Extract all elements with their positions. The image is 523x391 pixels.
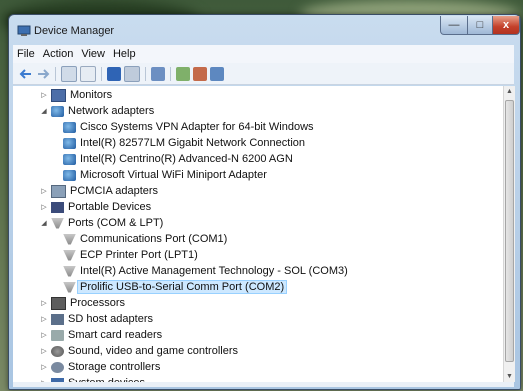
- tree-category[interactable]: ◢ Ports (COM & LPT): [39, 215, 163, 231]
- tree-device[interactable]: Communications Port (COM1): [63, 231, 227, 247]
- device-manager-icon: [17, 25, 31, 36]
- toolbar-separator: [55, 66, 56, 81]
- tree-device[interactable]: Intel(R) Active Management Technology - …: [63, 263, 348, 279]
- tree-item-label: Storage controllers: [68, 361, 161, 373]
- menu-action[interactable]: Action: [39, 48, 78, 60]
- sound-device-icon: [51, 345, 64, 357]
- tree-item-label: Cisco Systems VPN Adapter for 64-bit Win…: [80, 121, 314, 133]
- device-tree[interactable]: ▷ Monitors ◢ Network adapters Cisco Systems …: [13, 86, 504, 382]
- tree-item-label: Portable Devices: [68, 201, 152, 213]
- forward-arrow-icon[interactable]: [36, 67, 50, 81]
- expand-arrow-icon[interactable]: ▷: [39, 331, 49, 339]
- menu-bar: File Action View Help: [13, 45, 514, 63]
- cpu-device-icon: [51, 296, 66, 310]
- tree-category[interactable]: ▷System devices: [39, 375, 145, 382]
- monitor-icon[interactable]: [151, 66, 165, 81]
- port-device-icon: [51, 217, 64, 229]
- expand-arrow-icon[interactable]: ▷: [39, 315, 49, 323]
- tree-category[interactable]: ▷ Processors: [39, 295, 125, 311]
- tree-item-label: Microsoft Virtual WiFi Miniport Adapter: [80, 169, 267, 181]
- menu-file[interactable]: File: [13, 48, 39, 60]
- window-title: Device Manager: [34, 25, 115, 37]
- tree-category[interactable]: ▷ SD host adapters: [39, 311, 153, 327]
- tree-device[interactable]: Intel(R) 82577LM Gigabit Network Connect…: [63, 135, 305, 151]
- storage-device-icon: [51, 361, 64, 373]
- menu-help[interactable]: Help: [109, 48, 140, 60]
- close-button[interactable]: x: [492, 16, 520, 35]
- tree-item-label: Ports (COM & LPT): [68, 217, 164, 229]
- tree-category[interactable]: ▷ Portable Devices: [39, 199, 151, 215]
- tree-device[interactable]: Microsoft Virtual WiFi Miniport Adapter: [63, 167, 267, 183]
- expand-arrow-icon[interactable]: ▷: [39, 187, 49, 195]
- help-icon[interactable]: [107, 66, 121, 81]
- tree-item-label: ECP Printer Port (LPT1): [80, 249, 198, 261]
- expand-arrow-icon[interactable]: ▷: [39, 363, 49, 371]
- tree-category[interactable]: ▷ Smart card readers: [39, 327, 162, 343]
- vertical-scrollbar[interactable]: ▲ ▼: [503, 86, 515, 382]
- tree-item-label: Sound, video and game controllers: [68, 345, 238, 357]
- port-device-icon: [63, 281, 76, 293]
- tree-category[interactable]: ▷ PCMCIA adapters: [39, 183, 158, 199]
- tree-item-label: Monitors: [70, 89, 113, 101]
- tree-item-label: Processors: [70, 297, 126, 309]
- view-icon[interactable]: [124, 65, 140, 82]
- tree-item-label: Intel(R) 82577LM Gigabit Network Connect…: [80, 137, 306, 149]
- toolbar-separator: [170, 66, 171, 81]
- scroll-up-arrow-icon[interactable]: ▲: [504, 86, 515, 97]
- monitor-device-icon: [51, 88, 66, 102]
- pcmcia-device-icon: [51, 184, 66, 198]
- sd-device-icon: [51, 313, 64, 325]
- minimize-button[interactable]: —: [440, 16, 468, 35]
- maximize-button[interactable]: □: [467, 16, 493, 35]
- menu-view[interactable]: View: [77, 48, 109, 60]
- show-hide-icon[interactable]: [80, 65, 96, 82]
- device-manager-window: Device Manager — □ x File Action View He…: [8, 14, 521, 390]
- tree-item-label: Prolific USB-to-Serial Comm Port (COM2): [77, 280, 288, 294]
- update-driver-icon[interactable]: [176, 66, 190, 81]
- scan-hardware-icon[interactable]: [210, 66, 224, 81]
- port-device-icon: [63, 233, 76, 245]
- tree-item-label: Network adapters: [68, 105, 155, 117]
- title-bar[interactable]: Device Manager — □ x: [9, 15, 520, 43]
- port-device-icon: [63, 249, 76, 261]
- net-device-icon: [63, 153, 76, 165]
- expand-arrow-icon[interactable]: ▷: [39, 91, 49, 99]
- tree-category[interactable]: ▷ Storage controllers: [39, 359, 160, 375]
- toolbar-separator: [101, 66, 102, 81]
- tree-item-label: Smart card readers: [68, 329, 163, 341]
- smart-device-icon: [51, 329, 64, 341]
- properties-icon[interactable]: [61, 65, 77, 82]
- tree-device[interactable]: Intel(R) Centrino(R) Advanced-N 6200 AGN: [63, 151, 293, 167]
- scrollbar-thumb[interactable]: [505, 100, 514, 362]
- tree-item-label: SD host adapters: [68, 313, 153, 325]
- expand-arrow-icon[interactable]: ▷: [39, 299, 49, 307]
- port-device-icon: [63, 265, 76, 277]
- tree-item-label: Intel(R) Centrino(R) Advanced-N 6200 AGN: [80, 153, 293, 165]
- tree-item-label: Intel(R) Active Management Technology - …: [80, 265, 348, 277]
- expand-arrow-icon[interactable]: ▷: [39, 347, 49, 355]
- scroll-down-arrow-icon[interactable]: ▼: [504, 371, 515, 382]
- toolbar: [13, 63, 514, 85]
- tree-device[interactable]: Prolific USB-to-Serial Comm Port (COM2): [63, 279, 288, 295]
- tree-device[interactable]: Cisco Systems VPN Adapter for 64-bit Win…: [63, 119, 314, 135]
- tree-category[interactable]: ◢ Network adapters: [39, 103, 154, 119]
- tree-category[interactable]: ▷ Sound, video and game controllers: [39, 343, 238, 359]
- tree-category[interactable]: ▷ Monitors: [39, 87, 112, 103]
- portable-device-icon: [51, 201, 64, 213]
- collapse-arrow-icon[interactable]: ◢: [39, 107, 49, 115]
- tree-item-label: Communications Port (COM1): [80, 233, 228, 245]
- back-arrow-icon[interactable]: [19, 67, 33, 81]
- net-device-icon: [63, 137, 76, 149]
- expand-arrow-icon[interactable]: ▷: [39, 203, 49, 211]
- net-device-icon: [63, 121, 76, 133]
- collapse-arrow-icon[interactable]: ◢: [39, 219, 49, 227]
- uninstall-icon[interactable]: [193, 66, 207, 81]
- toolbar-separator: [145, 66, 146, 81]
- status-bar: [13, 382, 514, 387]
- net-device-icon: [51, 105, 64, 117]
- tree-item-label: PCMCIA adapters: [70, 185, 159, 197]
- net-device-icon: [63, 169, 76, 181]
- tree-device[interactable]: ECP Printer Port (LPT1): [63, 247, 198, 263]
